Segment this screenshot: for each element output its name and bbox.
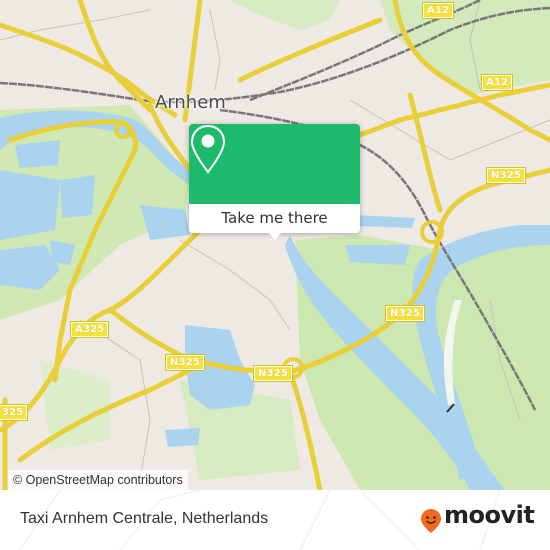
place-title: Taxi Arnhem Centrale, Netherlands — [20, 510, 269, 527]
park-area — [380, 0, 550, 95]
popup-pointer — [268, 232, 282, 240]
road-shield-n325: N325 — [164, 354, 206, 371]
road-shield-n325: N325 — [252, 365, 294, 382]
road-shield-a12: A12 — [421, 2, 455, 19]
take-me-there-button[interactable]: Take me there — [189, 204, 360, 233]
road-shield-n325: 325 — [0, 404, 29, 421]
minor-road — [179, 239, 291, 331]
road-shield-n325: N325 — [485, 167, 527, 184]
lake — [345, 245, 410, 265]
map-tiles — [0, 0, 550, 490]
map[interactable]: Arnhem A12 A12 N325 N325 N325 N325 A325 … — [0, 0, 550, 490]
moovit-wordmark: moovit — [444, 501, 535, 529]
park-area — [230, 0, 340, 30]
lake — [0, 170, 60, 240]
lake — [355, 215, 415, 228]
road-shield-a12: A12 — [480, 74, 514, 91]
road-shield-a325: A325 — [69, 321, 110, 338]
lake — [165, 428, 200, 447]
city-label-arnhem: Arnhem — [155, 92, 226, 113]
lake — [140, 205, 190, 240]
location-pin-icon — [190, 124, 226, 174]
moovit-pin-icon — [421, 509, 441, 533]
location-popup: Take me there — [189, 124, 360, 240]
popup-header — [189, 124, 360, 204]
map-attribution[interactable]: © OpenStreetMap contributors — [8, 470, 188, 490]
minor-road — [209, 9, 221, 91]
motorway-a12 — [237, 17, 383, 83]
lake — [60, 175, 95, 218]
minor-road — [0, 9, 151, 41]
road-shield-n325: N325 — [384, 305, 426, 322]
